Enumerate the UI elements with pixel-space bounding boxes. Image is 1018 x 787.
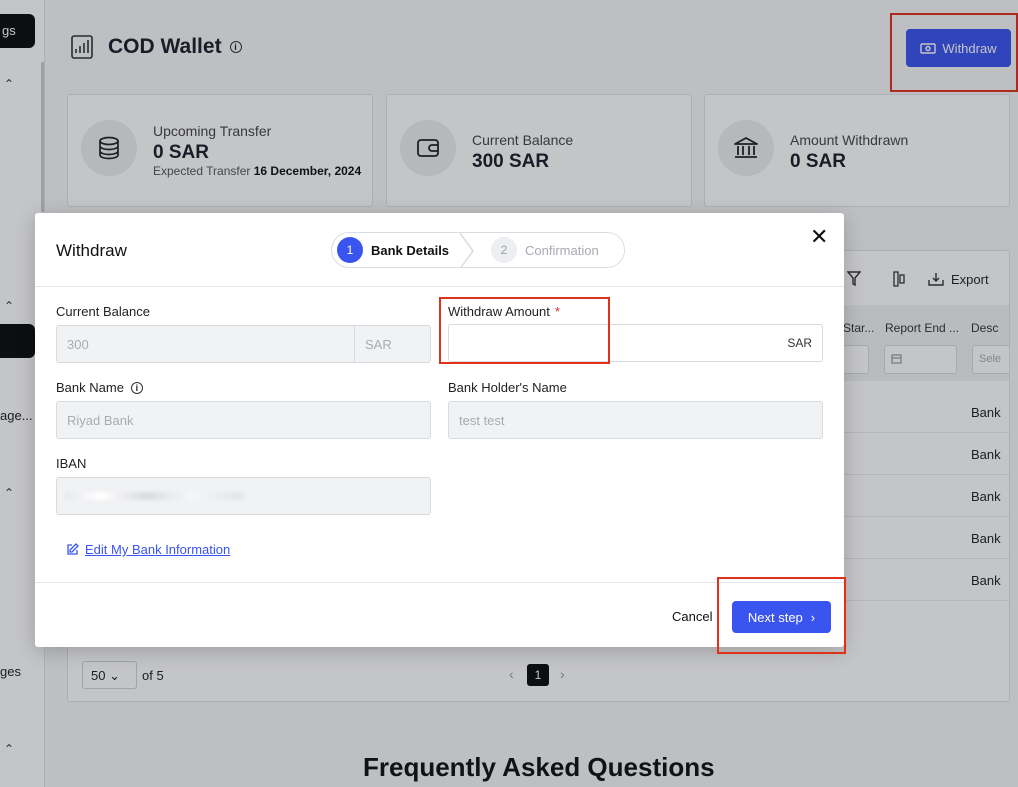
- modal-title: Withdraw: [56, 241, 127, 260]
- current-balance-field: 300 SAR: [56, 325, 431, 363]
- edit-bank-info-link[interactable]: Edit My Bank Information: [66, 542, 230, 557]
- edit-bank-info-label: Edit My Bank Information: [85, 542, 231, 557]
- holder-name-label: Bank Holder's Name: [448, 380, 567, 395]
- iban-redacted: [65, 492, 245, 500]
- currency-suffix: SAR: [787, 336, 812, 350]
- iban-label: IBAN: [56, 456, 87, 471]
- withdraw-modal: Withdraw 1 Bank Details 2 Confirmation ✕…: [35, 213, 846, 654]
- step-bank-details[interactable]: 1 Bank Details: [332, 233, 474, 267]
- iban-field: [56, 477, 431, 515]
- divider: [35, 286, 844, 287]
- bank-name-label: Bank Name i: [56, 380, 143, 395]
- current-balance-label: Current Balance: [56, 304, 150, 319]
- currency-suffix: SAR: [354, 326, 430, 362]
- edit-icon: [67, 543, 79, 555]
- bank-name-field: Riyad Bank: [56, 401, 431, 439]
- stepper: 1 Bank Details 2 Confirmation: [331, 232, 625, 268]
- highlight-box-next-step: [717, 577, 846, 654]
- step-label: Bank Details: [371, 242, 450, 258]
- info-icon[interactable]: i: [130, 381, 143, 394]
- current-balance-value: 300: [67, 337, 89, 352]
- close-icon[interactable]: ✕: [810, 226, 828, 248]
- step-number: 1: [337, 237, 363, 263]
- cancel-button[interactable]: Cancel: [672, 609, 712, 624]
- step-separator: [459, 233, 474, 267]
- step-confirmation[interactable]: 2 Confirmation: [471, 233, 624, 267]
- highlight-box-withdraw-amount: [439, 297, 610, 364]
- step-label: Confirmation: [525, 242, 599, 258]
- step-number: 2: [491, 237, 517, 263]
- holder-name-field: test test: [448, 401, 823, 439]
- bank-name-label-text: Bank Name: [56, 380, 124, 395]
